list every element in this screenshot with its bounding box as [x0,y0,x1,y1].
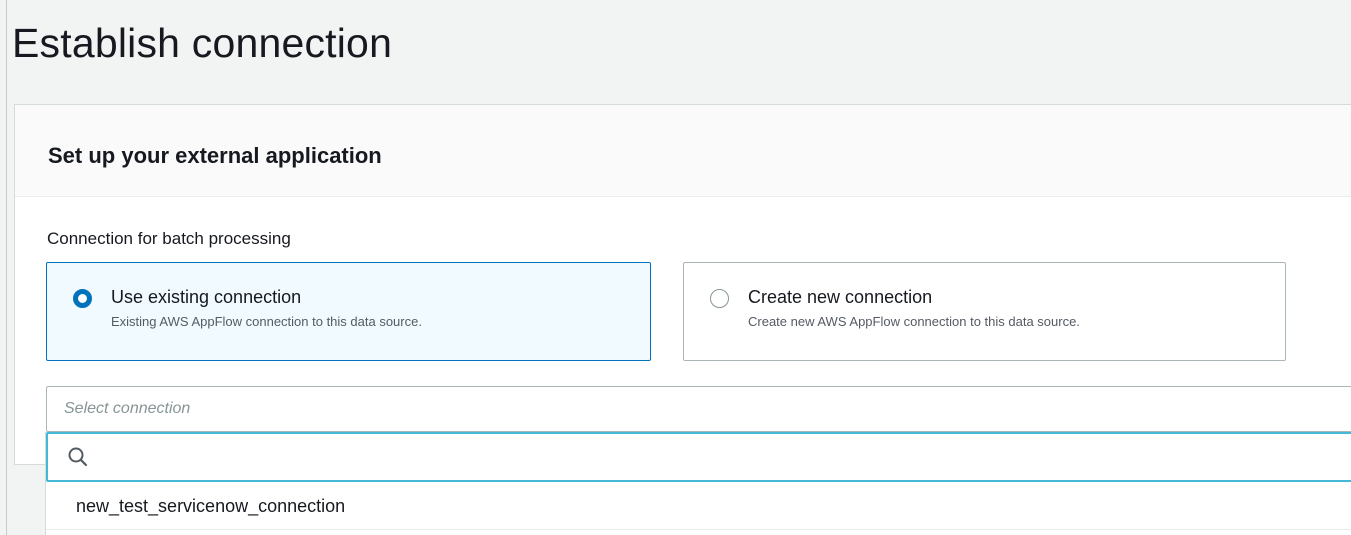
select-connection-dropdown[interactable]: Select connection [46,386,1351,432]
connection-search-field[interactable] [46,432,1351,482]
connection-option[interactable]: new_test_servicenow_connection [46,482,1351,530]
use-existing-description: Existing AWS AppFlow connection to this … [111,314,422,329]
search-icon [68,447,88,467]
create-new-radio[interactable] [710,289,729,308]
create-new-connection-tile[interactable]: Create new connection Create new AWS App… [683,262,1286,361]
create-new-description: Create new AWS AppFlow connection to thi… [748,314,1080,329]
connection-search-input[interactable] [98,442,1298,472]
container-title: Set up your external application [48,143,382,168]
select-connection-placeholder: Select connection [64,400,191,417]
use-existing-title: Use existing connection [111,287,302,307]
batch-connection-label: Connection for batch processing [47,229,291,248]
connection-dropdown-menu: new_test_servicenow_connection [45,432,1351,535]
use-existing-connection-tile[interactable]: Use existing connection Existing AWS App… [46,262,651,361]
use-existing-radio[interactable] [73,289,92,308]
page: Establish connection Set up your externa… [0,0,1351,535]
create-new-title: Create new connection [748,287,933,307]
left-edge-divider [0,0,7,535]
connection-option-label: new_test_servicenow_connection [76,496,346,516]
container-header: Set up your external application [15,105,1351,197]
page-title: Establish connection [12,20,393,66]
